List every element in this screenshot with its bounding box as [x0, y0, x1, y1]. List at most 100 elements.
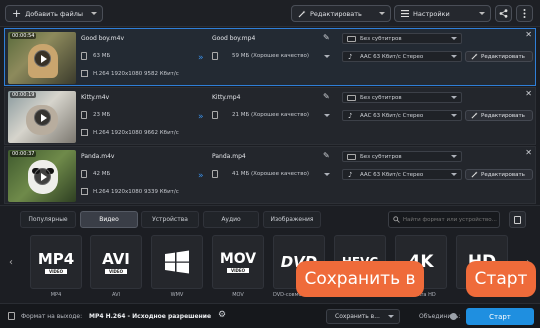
output-format-value[interactable]: MP4 H.264 - Исходное разрешение: [89, 313, 211, 320]
chevron-down-icon[interactable]: [324, 173, 330, 176]
start-button[interactable]: Старт: [466, 308, 534, 325]
windows-logo-icon: [165, 250, 189, 274]
close-icon[interactable]: ✕: [525, 148, 532, 157]
format-settings-icon: [514, 215, 521, 224]
format-search-input[interactable]: [402, 216, 499, 223]
format-tile-mov[interactable]: MOV VIDEO: [212, 235, 264, 289]
subtitles-value: Без субтитров: [360, 94, 402, 101]
video-file-icon: [81, 188, 88, 195]
video-file-icon: [81, 70, 88, 77]
video-thumbnail[interactable]: 00:00:54: [8, 32, 76, 84]
source-file-size: 63 МБ: [93, 53, 111, 59]
play-icon[interactable]: [34, 50, 51, 67]
magic-wand-icon: [471, 112, 478, 119]
audio-track-value: AAC 63 Кбит/с Стерео: [360, 171, 424, 178]
file-icon: [81, 170, 87, 178]
add-files-button[interactable]: + Добавить файлы: [5, 5, 103, 22]
tab-images[interactable]: Изображения: [263, 211, 321, 228]
subtitles-value: Без субтитров: [360, 153, 402, 160]
audio-track-value: AAC 63 Кбит/с Стерео: [360, 112, 424, 119]
subtitles-dropdown[interactable]: Без субтитров: [342, 92, 462, 103]
gear-icon[interactable]: ⚙: [218, 310, 226, 320]
format-logo: AVI: [102, 250, 130, 268]
pencil-icon[interactable]: ✎: [323, 92, 330, 101]
play-icon[interactable]: [34, 109, 51, 126]
chevron-down-icon: [91, 12, 97, 15]
format-tile-wmv[interactable]: [151, 235, 203, 289]
output-file-name[interactable]: Kitty.mp4: [212, 94, 240, 101]
file-row[interactable]: 00:00:54 Good boy.m4v 63 МБ H.264 1920x1…: [4, 28, 536, 86]
close-icon[interactable]: ✕: [525, 30, 532, 39]
subtitles-dropdown[interactable]: Без субтитров: [342, 33, 462, 44]
arrow-right-icon: »: [198, 171, 204, 181]
format-tile-avi[interactable]: AVI VIDEO: [90, 235, 142, 289]
share-icon: [499, 9, 508, 18]
audio-icon: ♪: [348, 112, 353, 120]
audio-track-dropdown[interactable]: ♪ AAC 63 Кбит/с Стерео: [342, 110, 462, 121]
source-video-info: H.264 1920x1080 9582 Кбит/с: [93, 71, 179, 77]
source-file-size: 42 МБ: [93, 171, 111, 177]
audio-track-value: AAC 63 Кбит/с Стерео: [360, 53, 424, 60]
scroll-left-icon[interactable]: ‹: [9, 257, 13, 268]
audio-track-dropdown[interactable]: ♪ AAC 63 Кбит/с Стерео: [342, 51, 462, 62]
chevron-down-icon[interactable]: [324, 55, 330, 58]
save-to-callout: Сохранить в: [296, 261, 424, 297]
share-button[interactable]: [495, 5, 512, 22]
edit-toolbar-button[interactable]: Редактировать: [291, 5, 391, 22]
magic-wand-icon: [471, 171, 478, 178]
file-row[interactable]: 00:00:19 Kitty.m4v 23 МБ H.264 1920x1080…: [4, 87, 536, 145]
video-file-icon: [81, 129, 88, 136]
format-tile-mp4[interactable]: MP4 VIDEO: [30, 235, 82, 289]
file-icon: [212, 170, 218, 178]
file-icon: [81, 111, 87, 119]
tab-audio[interactable]: Аудио: [203, 211, 259, 228]
edit-file-button[interactable]: Редактировать: [465, 110, 533, 121]
chevron-down-icon[interactable]: [324, 114, 330, 117]
chevron-down-icon: [388, 315, 394, 318]
edit-file-button[interactable]: Редактировать: [465, 51, 533, 62]
close-icon[interactable]: ✕: [525, 89, 532, 98]
format-logo: MP4: [37, 250, 75, 268]
format-label: MP4: [50, 292, 62, 298]
output-file-size: 41 МБ (Хорошее качество): [232, 171, 310, 177]
converter-window: + Добавить файлы Редактировать Настройки…: [0, 0, 540, 328]
subtitles-icon: [347, 36, 356, 42]
top-toolbar: + Добавить файлы Редактировать Настройки: [0, 0, 540, 27]
output-file-name[interactable]: Good boy.mp4: [212, 35, 255, 42]
chevron-down-icon: [479, 12, 485, 15]
subtitles-dropdown[interactable]: Без субтитров: [342, 151, 462, 162]
output-file-size: 59 МБ (Хорошее качество): [232, 53, 310, 59]
settings-button[interactable]: Настройки: [394, 5, 491, 22]
chevron-down-icon: [379, 12, 385, 15]
tab-video[interactable]: Видео: [80, 211, 138, 228]
start-callout: Старт: [466, 261, 536, 297]
tab-devices[interactable]: Устройства: [141, 211, 199, 228]
audio-icon: ♪: [348, 53, 353, 61]
format-search-field[interactable]: [388, 211, 500, 228]
pencil-icon[interactable]: ✎: [323, 151, 330, 160]
video-thumbnail[interactable]: 00:00:19: [8, 91, 76, 143]
tab-popular[interactable]: Популярные: [20, 211, 76, 228]
magic-wand-icon: [471, 53, 478, 60]
file-row[interactable]: 00:00:37 Panda.m4v 42 МБ H.264 1920x1080…: [4, 146, 536, 204]
settings-format-button[interactable]: [509, 211, 526, 228]
subtitles-value: Без субтитров: [360, 35, 402, 42]
save-to-dropdown[interactable]: Сохранить в...: [326, 309, 400, 324]
file-list: 00:00:54 Good boy.m4v 63 МБ H.264 1920x1…: [0, 27, 540, 205]
edit-file-label: Редактировать: [481, 171, 525, 178]
output-format-label: Формат на выходе:: [21, 313, 83, 320]
edit-file-button[interactable]: Редактировать: [465, 169, 533, 180]
source-video-info: H.264 1920x1080 9339 Кбит/с: [93, 189, 179, 195]
audio-track-dropdown[interactable]: ♪ AAC 63 Кбит/с Стерео: [342, 169, 462, 180]
video-thumbnail[interactable]: 00:00:37: [8, 150, 76, 202]
magic-wand-icon: [298, 10, 306, 17]
save-to-callout-text: Сохранить в: [304, 269, 416, 289]
more-vertical-icon: [523, 9, 526, 18]
output-file-name[interactable]: Panda.mp4: [212, 153, 246, 160]
source-file-name: Kitty.m4v: [81, 94, 110, 101]
more-options-button[interactable]: [516, 5, 533, 22]
pencil-icon[interactable]: ✎: [323, 33, 330, 42]
play-icon[interactable]: [34, 168, 51, 185]
merge-toggle[interactable]: [450, 313, 457, 320]
start-callout-text: Старт: [474, 269, 528, 289]
